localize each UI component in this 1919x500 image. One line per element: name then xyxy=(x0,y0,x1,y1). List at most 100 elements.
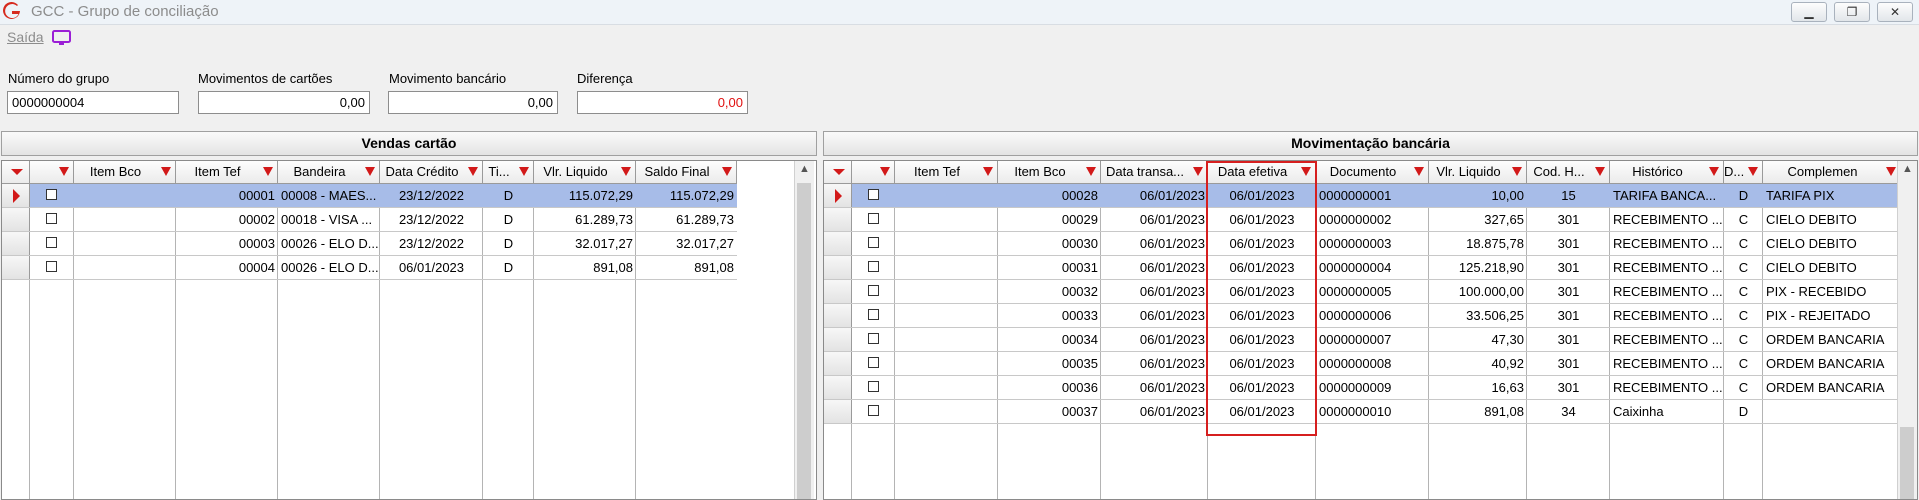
filter-icon[interactable] xyxy=(1595,167,1605,176)
table-row[interactable]: 00033 06/01/2023 06/01/2023 0000000006 33.50… xyxy=(824,304,1901,328)
cell-historico: RECEBIMENTO ... xyxy=(1613,356,1723,371)
row-checkbox[interactable] xyxy=(868,189,879,200)
row-checkbox[interactable] xyxy=(868,357,879,368)
filter-icon[interactable] xyxy=(1886,167,1896,176)
filter-icon[interactable] xyxy=(722,167,732,176)
filter-icon[interactable] xyxy=(468,167,478,176)
column-header[interactable]: Item Bco xyxy=(998,161,1101,184)
row-checkbox[interactable] xyxy=(46,213,57,224)
filter-icon[interactable] xyxy=(1512,167,1522,176)
row-indicator[interactable] xyxy=(2,256,30,279)
row-indicator[interactable] xyxy=(824,304,852,327)
filter-icon[interactable] xyxy=(161,167,171,176)
filter-icon[interactable] xyxy=(1414,167,1424,176)
row-indicator[interactable] xyxy=(2,208,30,231)
row-indicator-header[interactable] xyxy=(2,161,30,184)
row-indicator[interactable] xyxy=(824,328,852,351)
row-indicator[interactable] xyxy=(824,352,852,375)
filter-icon[interactable] xyxy=(1709,167,1719,176)
row-indicator[interactable] xyxy=(2,184,30,207)
filter-icon[interactable] xyxy=(1748,167,1758,176)
table-row[interactable]: 00029 06/01/2023 06/01/2023 0000000002 327,6… xyxy=(824,208,1901,232)
table-row[interactable]: 00036 06/01/2023 06/01/2023 0000000009 16,63… xyxy=(824,376,1901,400)
filter-icon[interactable] xyxy=(880,167,890,176)
column-header[interactable]: Bandeira xyxy=(278,161,380,184)
column-header[interactable]: Item Tef xyxy=(176,161,278,184)
scrollbar-thumb[interactable] xyxy=(797,183,811,499)
filter-icon[interactable] xyxy=(621,167,631,176)
column-header[interactable]: Item Bco xyxy=(74,161,176,184)
row-indicator[interactable] xyxy=(824,376,852,399)
row-indicator[interactable] xyxy=(824,400,852,423)
table-row[interactable]: 00032 06/01/2023 06/01/2023 0000000005 100.0… xyxy=(824,280,1901,304)
row-indicator[interactable] xyxy=(824,256,852,279)
table-row[interactable]: 00031 06/01/2023 06/01/2023 0000000004 125.2… xyxy=(824,256,1901,280)
row-checkbox[interactable] xyxy=(46,237,57,248)
scroll-up-icon[interactable]: ▲ xyxy=(795,163,814,175)
column-header[interactable]: D... xyxy=(1724,161,1763,184)
row-indicator[interactable] xyxy=(824,232,852,255)
close-icon: ✕ xyxy=(1889,5,1901,19)
menu-saida[interactable]: Saída xyxy=(7,29,44,45)
row-checkbox[interactable] xyxy=(868,237,879,248)
column-header[interactable]: Histórico xyxy=(1610,161,1724,184)
table-row[interactable]: 00028 06/01/2023 06/01/2023 0000000001 10,00… xyxy=(824,184,1901,208)
dropdown-arrow-icon[interactable] xyxy=(833,169,845,175)
column-header[interactable]: Documento xyxy=(1316,161,1429,184)
minimize-button[interactable]: ▁ xyxy=(1791,2,1827,22)
filter-icon[interactable] xyxy=(519,167,529,176)
row-checkbox[interactable] xyxy=(868,261,879,272)
column-header[interactable]: Ti... xyxy=(483,161,534,184)
table-row[interactable]: 00003 00026 - ELO D... 23/12/2022 D 32.017,2… xyxy=(2,232,737,256)
table-row[interactable]: 00037 06/01/2023 06/01/2023 0000000010 891,0… xyxy=(824,400,1901,424)
row-checkbox[interactable] xyxy=(868,309,879,320)
filter-icon[interactable] xyxy=(1193,167,1203,176)
row-checkbox[interactable] xyxy=(868,405,879,416)
filter-icon[interactable] xyxy=(263,167,273,176)
row-checkbox[interactable] xyxy=(46,261,57,272)
filter-icon[interactable] xyxy=(1086,167,1096,176)
column-header[interactable]: Vlr. Liquido xyxy=(1429,161,1527,184)
filter-icon[interactable] xyxy=(365,167,375,176)
dropdown-arrow-icon[interactable] xyxy=(11,169,23,175)
table-row[interactable]: 00034 06/01/2023 06/01/2023 0000000007 47,30… xyxy=(824,328,1901,352)
row-checkbox[interactable] xyxy=(868,285,879,296)
vertical-scrollbar[interactable]: ▲ xyxy=(1897,161,1917,499)
select-header[interactable] xyxy=(852,161,895,184)
row-checkbox[interactable] xyxy=(868,381,879,392)
column-header[interactable]: Vlr. Liquido xyxy=(534,161,636,184)
column-header[interactable]: Cod. H... xyxy=(1527,161,1610,184)
row-checkbox[interactable] xyxy=(868,213,879,224)
table-row[interactable]: 00002 00018 - VISA ... 23/12/2022 D 61.289,7… xyxy=(2,208,737,232)
column-header[interactable]: Data transa... xyxy=(1101,161,1208,184)
select-header[interactable] xyxy=(30,161,74,184)
filter-icon[interactable] xyxy=(59,167,69,176)
row-indicator[interactable] xyxy=(2,232,30,255)
scroll-up-icon[interactable]: ▲ xyxy=(1898,163,1917,175)
row-indicator-header[interactable] xyxy=(824,161,852,184)
column-header[interactable]: Item Tef xyxy=(895,161,998,184)
row-checkbox[interactable] xyxy=(46,189,57,200)
column-header[interactable]: Saldo Final xyxy=(636,161,737,184)
table-row[interactable]: 00030 06/01/2023 06/01/2023 0000000003 18.87… xyxy=(824,232,1901,256)
vertical-scrollbar[interactable]: ▲ xyxy=(794,161,814,499)
column-header[interactable]: Data Crédito xyxy=(380,161,483,184)
row-indicator[interactable] xyxy=(824,280,852,303)
cell-cod-h: 15 xyxy=(1561,188,1576,203)
column-header[interactable]: Data efetiva xyxy=(1208,161,1316,184)
filter-icon[interactable] xyxy=(983,167,993,176)
row-checkbox[interactable] xyxy=(868,333,879,344)
column-header[interactable]: Complemen xyxy=(1763,161,1901,184)
column-header-label: Ti... xyxy=(488,164,510,179)
table-row[interactable]: 00001 00008 - MAES... 23/12/2022 D 115.072,2… xyxy=(2,184,737,208)
filter-icon[interactable] xyxy=(1301,167,1311,176)
row-indicator[interactable] xyxy=(824,184,852,207)
scrollbar-thumb[interactable] xyxy=(1900,427,1914,499)
row-indicator[interactable] xyxy=(824,208,852,231)
close-button[interactable]: ✕ xyxy=(1877,2,1913,22)
table-row[interactable]: 00035 06/01/2023 06/01/2023 0000000008 40,92… xyxy=(824,352,1901,376)
numero-grupo-field[interactable]: 0000000004 xyxy=(7,91,179,114)
restore-button[interactable]: ❐ xyxy=(1834,2,1870,22)
monitor-icon[interactable] xyxy=(52,30,72,46)
table-row[interactable]: 00004 00026 - ELO D... 06/01/2023 D 891,08 89… xyxy=(2,256,737,280)
